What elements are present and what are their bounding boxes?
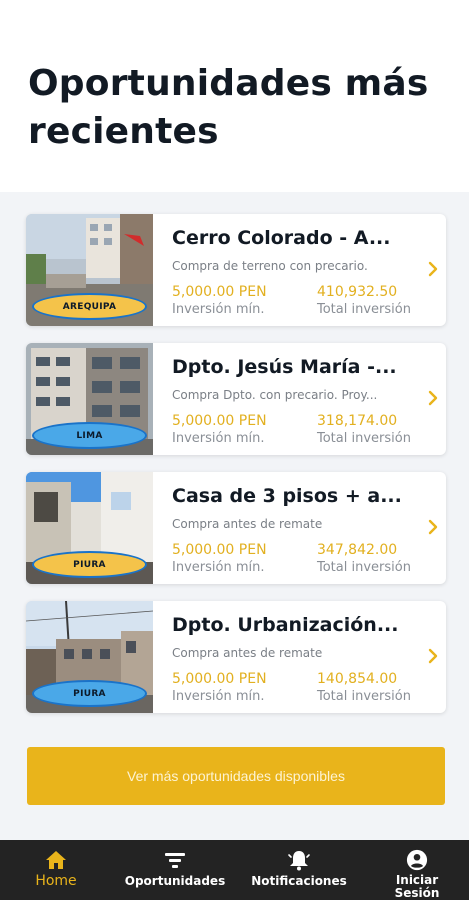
total-investment-value: 347,842.00 <box>317 542 398 558</box>
total-investment-value: 410,932.50 <box>317 284 398 300</box>
opportunity-card[interactable]: PIURA Casa de 3 pisos + a... Compra ante… <box>26 472 446 584</box>
property-photo: LIMA <box>26 343 153 455</box>
card-description: Compra antes de remate <box>172 517 323 531</box>
page-title: Oportunidades más recientes <box>28 63 429 152</box>
card-description: Compra Dpto. con precario. Proy... <box>172 388 378 402</box>
min-investment-value: 5,000.00 PEN <box>172 671 267 687</box>
opportunity-list: AREQUIPA Cerro Colorado - A... Compra de… <box>26 214 446 730</box>
view-more-opportunities-button[interactable]: Ver más oportunidades disponibles <box>27 747 445 805</box>
nav-oportunidades-label: Oportunidades <box>124 874 226 888</box>
total-investment-label: Total inversión <box>317 689 411 704</box>
total-investment-label: Total inversión <box>317 302 411 317</box>
chevron-right-icon[interactable] <box>426 518 440 536</box>
total-investment-value: 140,854.00 <box>317 671 398 687</box>
chevron-right-icon[interactable] <box>426 389 440 407</box>
header: Oportunidades más recientes <box>0 0 469 192</box>
chevron-right-icon[interactable] <box>426 647 440 665</box>
property-photo: PIURA <box>26 472 153 584</box>
min-investment-value: 5,000.00 PEN <box>172 284 267 300</box>
card-info: Dpto. Jesús María -... Compra Dpto. con … <box>172 343 434 455</box>
nav-iniciar-sesion[interactable]: Iniciar Sesión <box>384 840 450 900</box>
bell-icon <box>288 851 310 871</box>
opportunity-card[interactable]: AREQUIPA Cerro Colorado - A... Compra de… <box>26 214 446 326</box>
nav-notificaciones[interactable]: Notificaciones <box>248 840 350 900</box>
opportunity-card[interactable]: LIMA Dpto. Jesús María -... Compra Dpto.… <box>26 343 446 455</box>
min-investment-value: 5,000.00 PEN <box>172 542 267 558</box>
card-title: Dpto. Jesús María -... <box>172 356 397 378</box>
card-info: Dpto. Urbanización... Compra antes de re… <box>172 601 434 713</box>
city-badge: AREQUIPA <box>32 293 147 320</box>
city-badge: PIURA <box>32 680 147 707</box>
nav-oportunidades[interactable]: Oportunidades <box>122 840 228 900</box>
total-investment-label: Total inversión <box>317 431 411 446</box>
filter-icon <box>165 853 185 868</box>
nav-iniciar-sesion-label: Iniciar Sesión <box>394 873 440 900</box>
min-investment-label: Inversión mín. <box>172 560 265 575</box>
min-investment-label: Inversión mín. <box>172 302 265 317</box>
user-icon <box>406 849 428 871</box>
city-badge: PIURA <box>32 551 147 578</box>
card-title: Cerro Colorado - A... <box>172 227 391 249</box>
min-investment-label: Inversión mín. <box>172 431 265 446</box>
card-title: Casa de 3 pisos + a... <box>172 485 402 507</box>
home-icon <box>46 851 66 869</box>
nav-home[interactable]: Home <box>26 840 86 900</box>
bottom-nav: Home Oportunidades Notificaciones Inicia… <box>0 840 469 900</box>
property-photo: AREQUIPA <box>26 214 153 326</box>
city-badge: LIMA <box>32 422 147 449</box>
card-description: Compra de terreno con precario. <box>172 259 368 273</box>
nav-home-label: Home <box>35 873 77 889</box>
card-info: Cerro Colorado - A... Compra de terreno … <box>172 214 434 326</box>
chevron-right-icon[interactable] <box>426 260 440 278</box>
property-photo: PIURA <box>26 601 153 713</box>
min-investment-value: 5,000.00 PEN <box>172 413 267 429</box>
opportunity-card[interactable]: PIURA Dpto. Urbanización... Compra antes… <box>26 601 446 713</box>
card-title: Dpto. Urbanización... <box>172 614 399 636</box>
total-investment-label: Total inversión <box>317 560 411 575</box>
card-description: Compra antes de remate <box>172 646 323 660</box>
card-info: Casa de 3 pisos + a... Compra antes de r… <box>172 472 434 584</box>
min-investment-label: Inversión mín. <box>172 689 265 704</box>
total-investment-value: 318,174.00 <box>317 413 398 429</box>
nav-notificaciones-label: Notificaciones <box>251 874 347 888</box>
